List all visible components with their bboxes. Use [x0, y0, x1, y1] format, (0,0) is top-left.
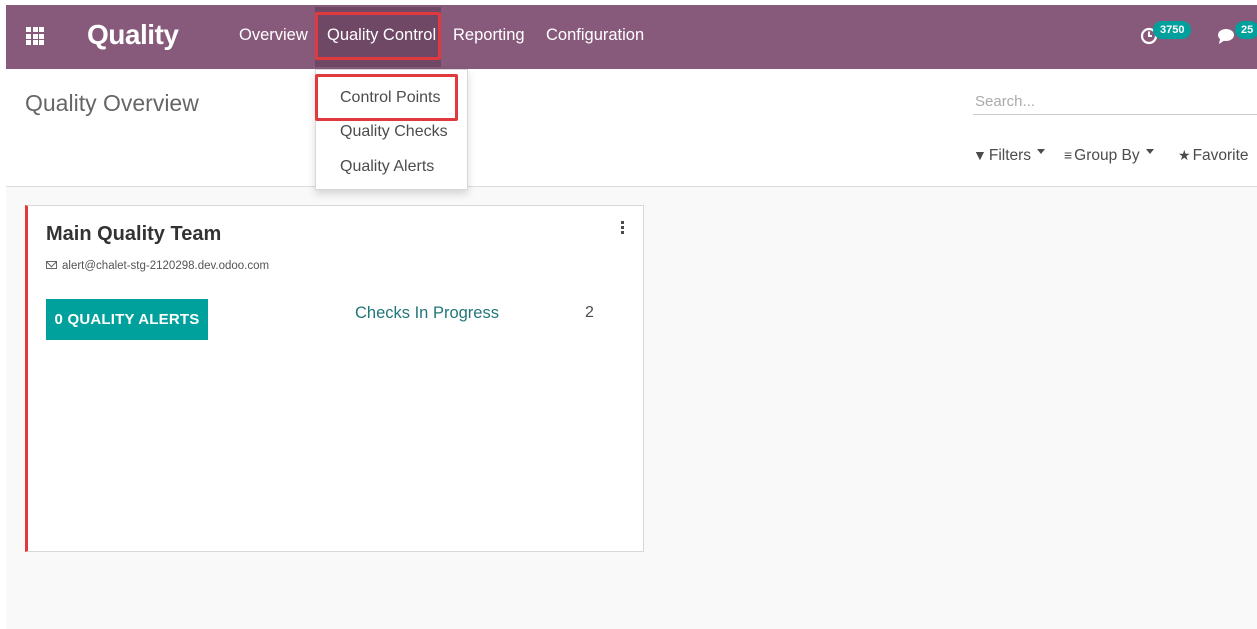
menu-overview[interactable]: Overview [239, 26, 308, 45]
top-navbar: Quality Overview Quality Control Reporti… [6, 5, 1257, 69]
menu-reporting[interactable]: Reporting [453, 26, 525, 45]
messages-chat-icon[interactable] [1216, 27, 1236, 51]
envelope-icon [46, 260, 57, 269]
control-panel: Quality Overview ▼Filters ≡Group By ★Fav… [6, 69, 1257, 187]
card-menu-dots-icon[interactable] [617, 221, 627, 236]
menu-item-quality-checks[interactable]: Quality Checks [340, 123, 448, 141]
caret-down-icon [1145, 149, 1154, 155]
caret-down-icon [1037, 149, 1046, 155]
team-email-text: alert@chalet-stg-2120298.dev.odoo.com [62, 260, 270, 272]
filters-label: Filters [988, 147, 1032, 164]
app-frame: Quality Overview Quality Control Reporti… [6, 5, 1257, 629]
messages-count-badge: 25 [1235, 21, 1257, 39]
group-by-label: Group By [1074, 147, 1140, 164]
team-name[interactable]: Main Quality Team [46, 223, 221, 246]
filter-funnel-icon: ▼ [973, 147, 987, 163]
checks-in-progress-link[interactable]: Checks In Progress [355, 304, 499, 323]
checks-in-progress-count[interactable]: 2 [585, 304, 594, 322]
list-bars-icon: ≡ [1064, 147, 1073, 163]
apps-grid-icon[interactable] [26, 27, 44, 45]
menu-quality-control[interactable]: Quality Control [327, 26, 436, 45]
favorites-button[interactable]: ★ Favorite [1178, 147, 1249, 165]
team-email: alert@chalet-stg-2120298.dev.odoo.com [46, 260, 269, 272]
search-input[interactable] [973, 89, 1257, 115]
filters-button[interactable]: ▼ Filters [973, 147, 1046, 165]
quality-team-card[interactable]: Main Quality Team alert@chalet-stg-21202… [25, 205, 644, 552]
star-icon: ★ [1178, 147, 1191, 163]
menu-item-quality-alerts[interactable]: Quality Alerts [340, 158, 434, 176]
group-by-button[interactable]: ≡ Group By [1064, 147, 1154, 165]
menu-configuration[interactable]: Configuration [546, 26, 644, 45]
activities-count-badge: 3750 [1153, 21, 1192, 39]
breadcrumb: Quality Overview [25, 90, 199, 116]
quality-control-dropdown: Control Points Quality Checks Quality Al… [315, 69, 468, 190]
menu-item-control-points[interactable]: Control Points [340, 89, 441, 107]
app-title[interactable]: Quality [87, 19, 179, 51]
favorites-label: Favorite [1192, 147, 1249, 164]
quality-alerts-button[interactable]: 0 QUALITY ALERTS [46, 299, 208, 340]
